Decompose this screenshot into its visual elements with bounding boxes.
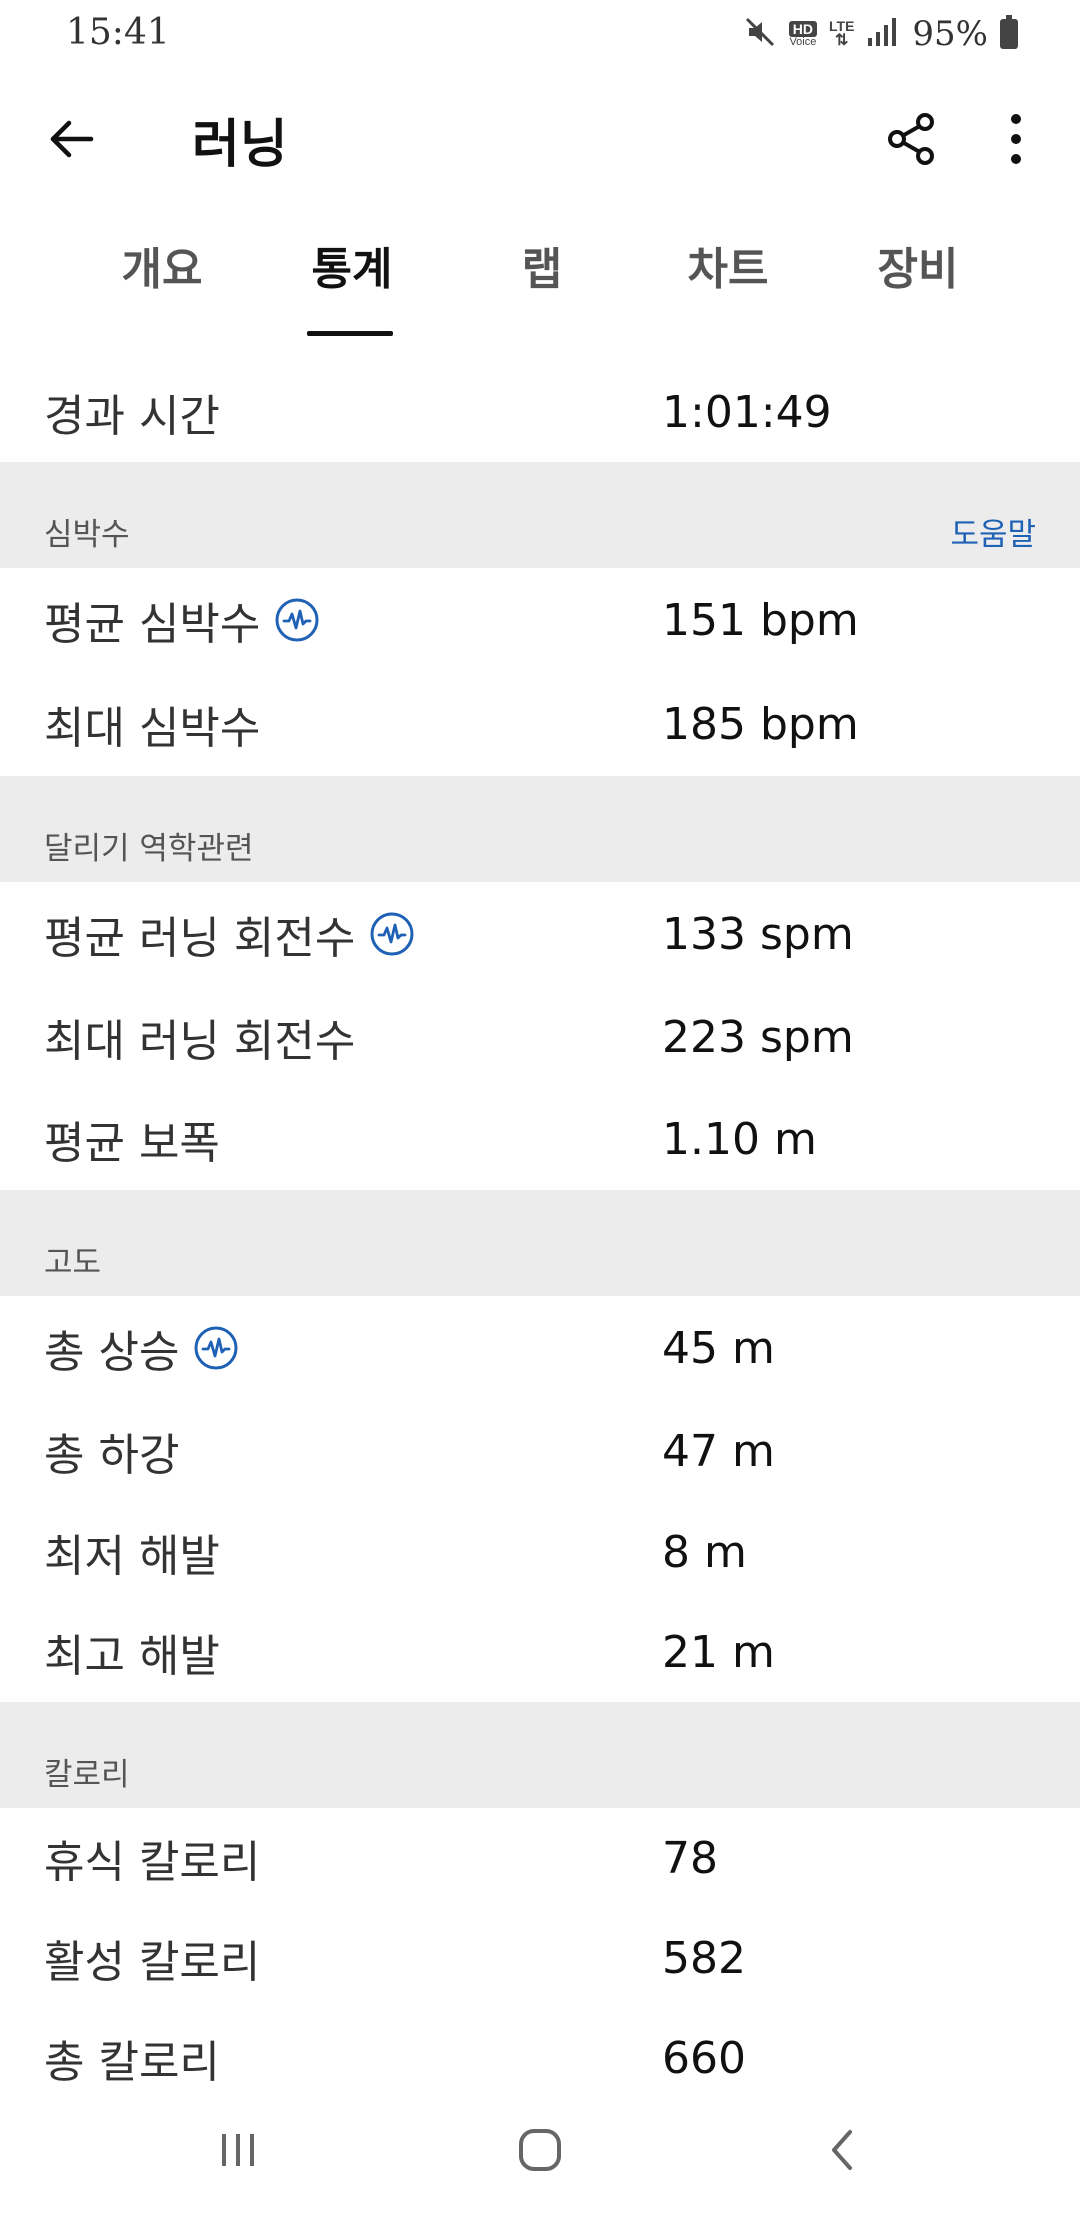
stat-label: 활성 칼로리 — [44, 1937, 261, 1988]
stat-value: 45 m — [662, 1322, 775, 1374]
status-bar: 15:41 HD Voice LTE ⇅ 95% — [0, 0, 1080, 68]
share-icon — [888, 113, 934, 165]
stat-value: 151 bpm — [662, 594, 859, 646]
section-title: 고도 — [44, 1245, 102, 1281]
tab-overview[interactable]: 개요 — [100, 230, 224, 340]
tab-stats[interactable]: 통계 — [290, 230, 414, 340]
stat-row-max-cadence: 최대 러닝 회전수 223 spm — [0, 986, 1080, 1088]
stat-row-avg-heart-rate: 평균 심박수 151 bpm — [0, 568, 1080, 672]
stat-label-wrap: 평균 러닝 회전수 — [44, 902, 415, 966]
stat-label: 총 칼로리 — [44, 2037, 220, 2088]
stat-label: 평균 심박수 — [44, 599, 261, 650]
stat-row-active-calories: 활성 칼로리 582 — [0, 1908, 1080, 2008]
more-vertical-icon — [1011, 114, 1021, 164]
stat-label-wrap: 평균 심박수 — [44, 588, 320, 652]
active-tab-indicator — [307, 331, 393, 336]
stat-label: 휴식 칼로리 — [44, 1837, 261, 1888]
back-icon — [832, 2130, 852, 2170]
signal-icon — [866, 16, 900, 52]
stat-value: 1.10 m — [662, 1113, 817, 1165]
page-title: 러닝 — [192, 115, 288, 175]
stat-row-avg-cadence: 평균 러닝 회전수 133 spm — [0, 882, 1080, 986]
home-button[interactable] — [490, 2110, 590, 2190]
recent-apps-button[interactable] — [188, 2110, 288, 2190]
share-button[interactable] — [876, 104, 946, 174]
stat-label: 총 상승 — [44, 1327, 180, 1378]
stat-value: 582 — [662, 1932, 746, 1984]
section-header-calories: 칼로리 — [0, 1702, 1080, 1808]
stat-row-elapsed-time: 경과 시간 1:01:49 — [0, 362, 1080, 462]
stat-value: 21 m — [662, 1626, 775, 1678]
performance-icon[interactable] — [193, 1325, 239, 1371]
help-link[interactable]: 도움말 — [950, 509, 1036, 554]
voice-label: Voice — [789, 35, 817, 48]
stat-label-wrap: 총 상승 — [44, 1316, 239, 1380]
section-header-running-dynamics: 달리기 역학관련 — [0, 776, 1080, 882]
stat-label: 총 하강 — [44, 1430, 180, 1481]
tab-charts[interactable]: 차트 — [666, 230, 790, 340]
tab-laps[interactable]: 랩 — [480, 230, 604, 340]
nav-back-button[interactable] — [792, 2110, 892, 2190]
battery-percent: 95% — [912, 14, 988, 54]
section-title: 심박수 — [44, 517, 130, 553]
system-nav-bar — [0, 2090, 1080, 2220]
section-title: 달리기 역학관련 — [44, 831, 254, 867]
stat-value: 185 bpm — [662, 698, 859, 750]
battery-icon — [1000, 15, 1018, 49]
stat-value: 47 m — [662, 1425, 775, 1477]
performance-icon[interactable] — [274, 597, 320, 643]
home-icon — [519, 2129, 561, 2171]
stat-label: 최대 심박수 — [44, 703, 261, 754]
tab-stats-label: 통계 — [311, 244, 393, 295]
stat-row-max-elevation: 최고 해발 21 m — [0, 1602, 1080, 1702]
hd-voice-icon: HD Voice — [788, 20, 818, 48]
stat-row-avg-stride: 평균 보폭 1.10 m — [0, 1088, 1080, 1190]
section-header-elevation: 고도 — [0, 1190, 1080, 1296]
more-options-button[interactable] — [986, 104, 1046, 174]
stat-label: 평균 보폭 — [44, 1118, 220, 1169]
stat-value: 223 spm — [662, 1011, 854, 1063]
stats-list: 경과 시간 1:01:49 심박수 도움말 평균 심박수 151 bpm 최대 … — [0, 362, 1080, 2108]
recent-apps-icon — [222, 2134, 254, 2166]
section-header-heart-rate: 심박수 도움말 — [0, 462, 1080, 568]
lte-icon: LTE ⇅ — [829, 18, 855, 49]
stat-row-total-descent: 총 하강 47 m — [0, 1400, 1080, 1502]
tab-gear[interactable]: 장비 — [856, 230, 980, 340]
stat-row-total-ascent: 총 상승 45 m — [0, 1296, 1080, 1400]
stat-row-min-elevation: 최저 해발 8 m — [0, 1502, 1080, 1602]
stat-value: 133 spm — [662, 908, 854, 960]
stat-row-resting-calories: 휴식 칼로리 78 — [0, 1808, 1080, 1908]
stat-value: 660 — [662, 2032, 746, 2084]
stat-value: 8 m — [662, 1526, 747, 1578]
stat-label: 경과 시간 — [44, 391, 220, 442]
stat-label: 최고 해발 — [44, 1631, 220, 1682]
tab-bar: 개요 통계 랩 차트 장비 — [0, 230, 1080, 340]
stat-label: 최저 해발 — [44, 1531, 220, 1582]
hd-label: HD — [788, 20, 818, 37]
stat-value: 1:01:49 — [662, 386, 832, 438]
arrow-back-icon — [50, 120, 94, 158]
app-bar: 러닝 — [0, 68, 1080, 208]
back-button[interactable] — [36, 104, 106, 174]
performance-icon[interactable] — [369, 911, 415, 957]
status-icons: HD Voice LTE ⇅ 95% — [743, 10, 1018, 58]
mute-icon — [743, 15, 777, 53]
stat-label: 평균 러닝 회전수 — [44, 913, 356, 964]
stat-label: 최대 러닝 회전수 — [44, 1016, 356, 1067]
section-title: 칼로리 — [44, 1757, 130, 1793]
lte-label: LTE — [829, 18, 855, 34]
stat-row-max-heart-rate: 최대 심박수 185 bpm — [0, 672, 1080, 776]
stat-value: 78 — [662, 1832, 718, 1884]
status-time: 15:41 — [66, 12, 170, 53]
